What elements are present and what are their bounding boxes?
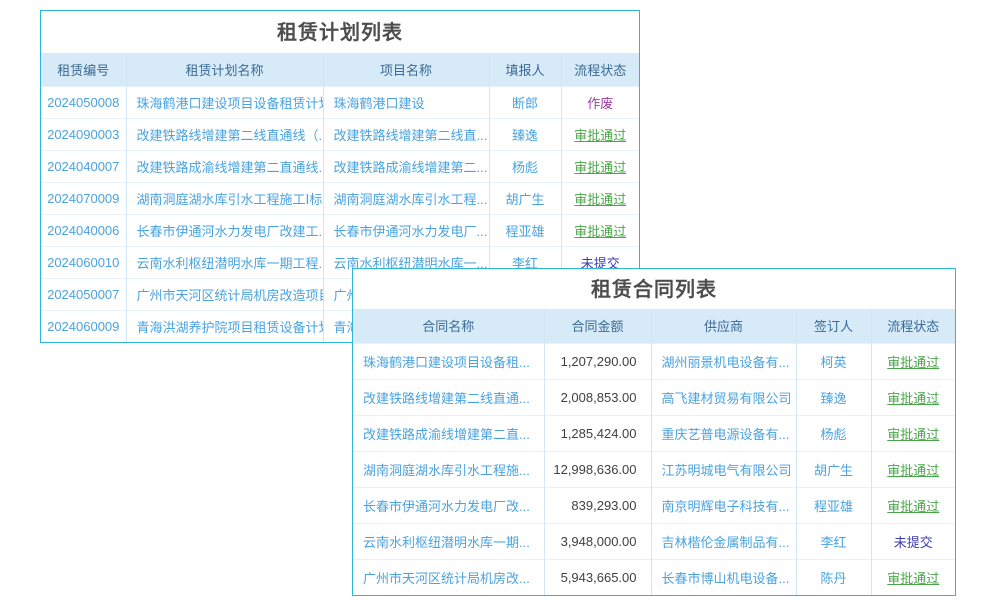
col-header-supplier: 供应商	[651, 309, 796, 343]
table-row: 湖南洞庭湖水库引水工程施... 12,998,636.00 江苏明城电气有限公司…	[353, 451, 955, 487]
project-name-link[interactable]: 珠海鹤港口建设	[323, 86, 489, 118]
status-badge[interactable]: 审批通过	[561, 182, 639, 214]
signer-link[interactable]: 杨彪	[796, 415, 871, 451]
lease-id-link[interactable]: 2024040007	[41, 150, 126, 182]
table-row: 2024090003 改建铁路线增建第二线直通线（... 改建铁路线增建第二线直…	[41, 118, 639, 150]
table-row: 2024040006 长春市伊通河水力发电厂改建工... 长春市伊通河水力发电厂…	[41, 214, 639, 246]
table-row: 长春市伊通河水力发电厂改... 839,293.00 南京明辉电子科技有... …	[353, 487, 955, 523]
signer-link[interactable]: 胡广生	[796, 451, 871, 487]
lease-contract-table: 合同名称 合同金额 供应商 签订人 流程状态 珠海鹤港口建设项目设备租... 1…	[353, 309, 955, 595]
table-row: 2024040007 改建铁路成渝线增建第二直通线... 改建铁路成渝线增建第二…	[41, 150, 639, 182]
status-badge[interactable]: 审批通过	[871, 415, 955, 451]
plan-name-link[interactable]: 长春市伊通河水力发电厂改建工...	[126, 214, 323, 246]
table-row: 2024050008 珠海鹤港口建设项目设备租赁计划 珠海鹤港口建设 断郎 作废	[41, 86, 639, 118]
plan-name-link[interactable]: 改建铁路线增建第二线直通线（...	[126, 118, 323, 150]
supplier-link[interactable]: 长春市博山机电设备...	[651, 559, 796, 595]
contract-name-link[interactable]: 广州市天河区统计局机房改...	[353, 559, 544, 595]
plan-name-link[interactable]: 珠海鹤港口建设项目设备租赁计划	[126, 86, 323, 118]
lease-id-link[interactable]: 2024040006	[41, 214, 126, 246]
status-badge[interactable]: 审批通过	[871, 487, 955, 523]
status-badge[interactable]: 审批通过	[871, 379, 955, 415]
contract-amount: 2,008,853.00	[544, 379, 651, 415]
col-header-plan-name: 租赁计划名称	[126, 53, 323, 86]
reporter-link[interactable]: 程亚雄	[489, 214, 561, 246]
lease-id-link[interactable]: 2024090003	[41, 118, 126, 150]
lease-id-link[interactable]: 2024050007	[41, 278, 126, 310]
contract-name-link[interactable]: 改建铁路线增建第二线直通...	[353, 379, 544, 415]
contract-amount: 5,943,665.00	[544, 559, 651, 595]
plan-name-link[interactable]: 改建铁路成渝线增建第二直通线...	[126, 150, 323, 182]
col-header-reporter: 填报人	[489, 53, 561, 86]
table-row: 改建铁路成渝线增建第二直... 1,285,424.00 重庆艺普电源设备有..…	[353, 415, 955, 451]
reporter-link[interactable]: 断郎	[489, 86, 561, 118]
plan-header-row: 租赁编号 租赁计划名称 项目名称 填报人 流程状态	[41, 53, 639, 86]
col-header-lease-id: 租赁编号	[41, 53, 126, 86]
col-header-contract-name: 合同名称	[353, 309, 544, 343]
signer-link[interactable]: 柯英	[796, 343, 871, 379]
project-name-link[interactable]: 改建铁路线增建第二线直...	[323, 118, 489, 150]
contract-amount: 3,948,000.00	[544, 523, 651, 559]
supplier-link[interactable]: 吉林楷伦金属制品有...	[651, 523, 796, 559]
contract-name-link[interactable]: 长春市伊通河水力发电厂改...	[353, 487, 544, 523]
table-row: 云南水利枢纽潜明水库一期... 3,948,000.00 吉林楷伦金属制品有..…	[353, 523, 955, 559]
plan-name-link[interactable]: 青海洪湖养护院项目租赁设备计划	[126, 310, 323, 342]
status-badge[interactable]: 审批通过	[871, 451, 955, 487]
project-name-link[interactable]: 改建铁路成渝线增建第二...	[323, 150, 489, 182]
lease-contract-list-panel: 租赁合同列表 合同名称 合同金额 供应商 签订人 流程状态 珠海鹤港口建设项目设…	[352, 268, 956, 596]
supplier-link[interactable]: 湖州丽景机电设备有...	[651, 343, 796, 379]
status-badge[interactable]: 审批通过	[871, 559, 955, 595]
col-header-contract-amount: 合同金额	[544, 309, 651, 343]
contract-name-link[interactable]: 改建铁路成渝线增建第二直...	[353, 415, 544, 451]
signer-link[interactable]: 臻逸	[796, 379, 871, 415]
col-header-signer: 签订人	[796, 309, 871, 343]
lease-id-link[interactable]: 2024060009	[41, 310, 126, 342]
status-badge[interactable]: 审批通过	[561, 150, 639, 182]
status-badge[interactable]: 审批通过	[561, 214, 639, 246]
plan-name-link[interactable]: 云南水利枢纽潜明水库一期工程...	[126, 246, 323, 278]
contract-amount: 1,285,424.00	[544, 415, 651, 451]
project-name-link[interactable]: 湖南洞庭湖水库引水工程...	[323, 182, 489, 214]
project-name-link[interactable]: 长春市伊通河水力发电厂...	[323, 214, 489, 246]
contract-name-link[interactable]: 湖南洞庭湖水库引水工程施...	[353, 451, 544, 487]
contract-amount: 839,293.00	[544, 487, 651, 523]
reporter-link[interactable]: 臻逸	[489, 118, 561, 150]
plan-name-link[interactable]: 广州市天河区统计局机房改造项目	[126, 278, 323, 310]
lease-id-link[interactable]: 2024060010	[41, 246, 126, 278]
signer-link[interactable]: 程亚雄	[796, 487, 871, 523]
lease-id-link[interactable]: 2024070009	[41, 182, 126, 214]
supplier-link[interactable]: 南京明辉电子科技有...	[651, 487, 796, 523]
status-badge[interactable]: 审批通过	[871, 343, 955, 379]
status-badge[interactable]: 未提交	[871, 523, 955, 559]
contract-amount: 12,998,636.00	[544, 451, 651, 487]
reporter-link[interactable]: 胡广生	[489, 182, 561, 214]
col-header-status: 流程状态	[561, 53, 639, 86]
col-header-status: 流程状态	[871, 309, 955, 343]
signer-link[interactable]: 李红	[796, 523, 871, 559]
plan-name-link[interactable]: 湖南洞庭湖水库引水工程施工Ⅰ标...	[126, 182, 323, 214]
table-row: 珠海鹤港口建设项目设备租... 1,207,290.00 湖州丽景机电设备有..…	[353, 343, 955, 379]
status-badge[interactable]: 审批通过	[561, 118, 639, 150]
contract-name-link[interactable]: 珠海鹤港口建设项目设备租...	[353, 343, 544, 379]
reporter-link[interactable]: 杨彪	[489, 150, 561, 182]
contract-header-row: 合同名称 合同金额 供应商 签订人 流程状态	[353, 309, 955, 343]
contract-name-link[interactable]: 云南水利枢纽潜明水库一期...	[353, 523, 544, 559]
status-badge[interactable]: 作废	[561, 86, 639, 118]
col-header-project-name: 项目名称	[323, 53, 489, 86]
supplier-link[interactable]: 高飞建材贸易有限公司	[651, 379, 796, 415]
table-row: 广州市天河区统计局机房改... 5,943,665.00 长春市博山机电设备..…	[353, 559, 955, 595]
supplier-link[interactable]: 重庆艺普电源设备有...	[651, 415, 796, 451]
lease-plan-list-title: 租赁计划列表	[41, 11, 639, 53]
lease-contract-list-title: 租赁合同列表	[353, 269, 955, 309]
table-row: 2024070009 湖南洞庭湖水库引水工程施工Ⅰ标... 湖南洞庭湖水库引水工…	[41, 182, 639, 214]
table-row: 改建铁路线增建第二线直通... 2,008,853.00 高飞建材贸易有限公司 …	[353, 379, 955, 415]
supplier-link[interactable]: 江苏明城电气有限公司	[651, 451, 796, 487]
signer-link[interactable]: 陈丹	[796, 559, 871, 595]
contract-amount: 1,207,290.00	[544, 343, 651, 379]
lease-id-link[interactable]: 2024050008	[41, 86, 126, 118]
